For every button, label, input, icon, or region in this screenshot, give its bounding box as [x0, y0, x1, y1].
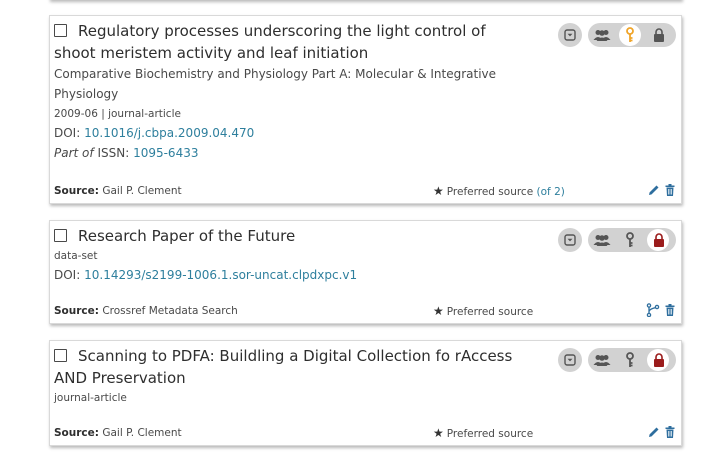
doi-link[interactable]: 10.14293/s2199-1006.1.sor-uncat.clpdxpc.…: [84, 268, 357, 282]
star-icon: ★: [433, 184, 444, 198]
lock-icon[interactable]: [647, 23, 671, 47]
work-footer: Source: Crossref Metadata Search ★ Prefer…: [54, 302, 675, 320]
work-title-continued[interactable]: shoot meristem activity and leaf initiat…: [54, 42, 524, 64]
star-icon: ★: [433, 426, 444, 440]
journal-title: Comparative Biochemistry and Physiology …: [54, 67, 497, 81]
group-icon[interactable]: [590, 348, 614, 372]
chevron-down-icon[interactable]: [558, 228, 582, 252]
part-of-label: Part of: [54, 146, 94, 160]
work-type: journal-article: [54, 392, 127, 404]
lock-icon[interactable]: [647, 228, 671, 252]
doi-link[interactable]: 10.1016/j.cbpa.2009.04.470: [84, 126, 254, 140]
work-header: Regulatory processes underscoring the li…: [54, 20, 524, 163]
key-icon[interactable]: [618, 228, 642, 252]
issn-row: Part of ISSN: 1095-6433: [54, 143, 524, 163]
source-label: Source:: [54, 185, 99, 197]
chevron-down-icon[interactable]: [558, 348, 582, 372]
select-checkbox[interactable]: [54, 24, 67, 37]
source-value: Crossref Metadata Search: [102, 305, 238, 317]
lock-icon[interactable]: [647, 348, 671, 372]
work-card: Research Paper of the Future data-set DO…: [49, 220, 682, 324]
work-title[interactable]: Regulatory processes underscoring the li…: [78, 22, 486, 40]
work-title-continued[interactable]: AND Preservation: [54, 367, 524, 389]
preferred-source: Preferred source: [446, 186, 534, 198]
doi-row: DOI: 10.1016/j.cbpa.2009.04.470: [54, 123, 524, 143]
trash-icon[interactable]: [665, 183, 675, 199]
preferred-source: Preferred source: [446, 428, 534, 440]
trash-icon[interactable]: [665, 425, 675, 441]
source-label: Source:: [54, 427, 99, 439]
issn-label: ISSN:: [97, 146, 130, 160]
work-title[interactable]: Scanning to PDFA: Buildling a Digital Co…: [78, 347, 512, 365]
work-footer: Source: Gail P. Clement ★ Preferred sourc…: [54, 425, 675, 441]
work-card: Regulatory processes underscoring the li…: [49, 15, 682, 204]
key-icon[interactable]: [618, 23, 642, 47]
issn-link[interactable]: 1095-6433: [133, 146, 198, 160]
doi-label: DOI:: [54, 268, 81, 282]
select-checkbox[interactable]: [54, 349, 67, 362]
work-header: Scanning to PDFA: Buildling a Digital Co…: [54, 345, 524, 407]
work-toolbar: [558, 23, 676, 47]
branch-icon[interactable]: [646, 302, 660, 320]
trash-icon[interactable]: [665, 303, 675, 319]
work-header: Research Paper of the Future data-set DO…: [54, 225, 524, 285]
star-icon: ★: [433, 304, 444, 318]
select-checkbox[interactable]: [54, 229, 67, 242]
source-value: Gail P. Clement: [102, 185, 182, 197]
source-value: Gail P. Clement: [102, 427, 182, 439]
pencil-icon[interactable]: [648, 184, 660, 199]
work-footer: Source: Gail P. Clement ★ Preferred sourc…: [54, 183, 675, 199]
group-icon[interactable]: [590, 228, 614, 252]
work-toolbar: [558, 348, 676, 372]
date-and-type: 2009-06 | journal-article: [54, 108, 181, 120]
key-icon[interactable]: [618, 348, 642, 372]
work-toolbar: [558, 228, 676, 252]
chevron-down-icon[interactable]: [558, 23, 582, 47]
group-icon[interactable]: [590, 23, 614, 47]
work-type: data-set: [54, 250, 98, 262]
doi-label: DOI:: [54, 126, 81, 140]
source-label: Source:: [54, 305, 99, 317]
preferred-source: Preferred source: [446, 306, 534, 318]
work-title[interactable]: Research Paper of the Future: [78, 227, 295, 245]
doi-row: DOI: 10.14293/s2199-1006.1.sor-uncat.clp…: [54, 265, 524, 285]
work-card: Scanning to PDFA: Buildling a Digital Co…: [49, 340, 682, 446]
journal-title-continued: Physiology: [54, 87, 119, 101]
pencil-icon[interactable]: [648, 426, 660, 441]
preferred-source-count-link[interactable]: of 2: [541, 186, 561, 198]
